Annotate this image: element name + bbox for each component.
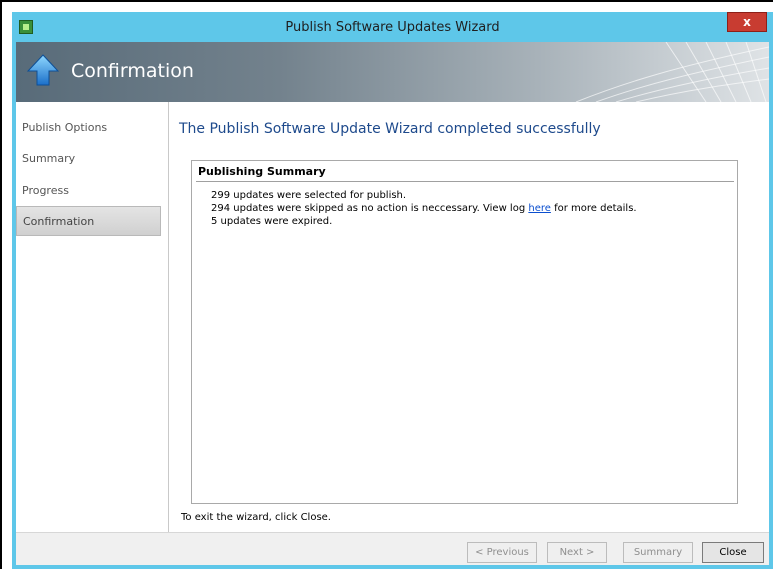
- window-close-button[interactable]: x: [727, 12, 767, 32]
- summary-button[interactable]: Summary: [623, 542, 693, 563]
- view-log-link[interactable]: here: [528, 203, 551, 214]
- wizard-window: Publish Software Updates Wizard x Confir…: [12, 12, 773, 569]
- previous-button[interactable]: < Previous: [467, 542, 537, 563]
- up-arrow-icon: [26, 54, 60, 86]
- sidebar-item-summary[interactable]: Summary: [16, 143, 161, 173]
- title-bar[interactable]: Publish Software Updates Wizard x: [12, 12, 773, 42]
- window-title: Publish Software Updates Wizard: [285, 20, 500, 35]
- summary-line-skipped-prefix: 294 updates were skipped as no action is…: [211, 203, 529, 214]
- summary-line-selected: 299 updates were selected for publish.: [211, 190, 407, 201]
- page-title: Confirmation: [71, 60, 194, 82]
- header-banner: Confirmation: [16, 42, 769, 102]
- summary-divider: [196, 181, 734, 182]
- sidebar-item-publish-options[interactable]: Publish Options: [16, 112, 161, 142]
- close-button[interactable]: Close: [702, 542, 764, 563]
- wizard-client-area: Confirmation Publish Options Summary Pro: [16, 42, 769, 565]
- completion-heading: The Publish Software Update Wizard compl…: [179, 121, 601, 137]
- summary-title: Publishing Summary: [198, 165, 326, 178]
- summary-line-skipped-suffix: for more details.: [550, 203, 637, 214]
- publishing-summary-box[interactable]: Publishing Summary 299 updates were sele…: [191, 160, 738, 504]
- summary-text: 299 updates were selected for publish. 2…: [211, 189, 637, 228]
- summary-line-skipped: 294 updates were skipped as no action is…: [211, 202, 637, 215]
- sidebar-item-confirmation[interactable]: Confirmation: [16, 206, 161, 236]
- screen-left-border: [0, 0, 2, 569]
- exit-instruction: To exit the wizard, click Close.: [181, 512, 331, 523]
- sidebar-item-progress[interactable]: Progress: [16, 175, 161, 205]
- next-button[interactable]: Next >: [547, 542, 607, 563]
- wizard-step-list: Publish Options Summary Progress Confirm…: [16, 102, 169, 532]
- decorative-wave-pattern: [575, 42, 769, 102]
- button-bar: < Previous Next > Summary Close: [16, 532, 769, 565]
- main-content: The Publish Software Update Wizard compl…: [169, 102, 769, 532]
- screen-top-border: [0, 0, 773, 2]
- summary-line-expired: 5 updates were expired.: [211, 216, 333, 227]
